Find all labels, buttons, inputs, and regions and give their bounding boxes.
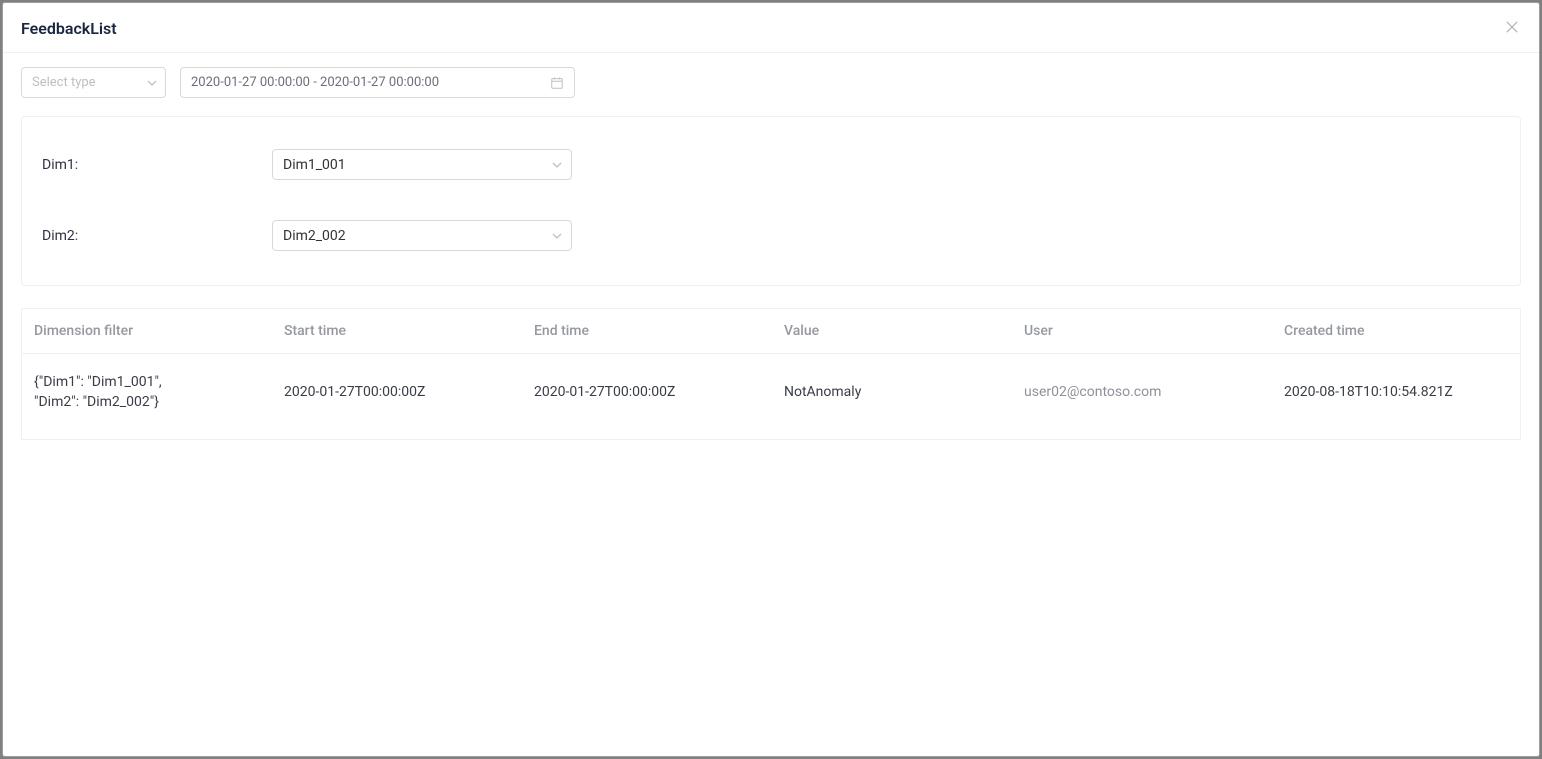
- dimfilter-line1: {"Dim1": "Dim1_001",: [34, 372, 260, 392]
- date-range-text: 2020-01-27 00:00:00 - 2020-01-27 00:00:0…: [191, 75, 439, 90]
- dim1-select[interactable]: Dim1_001: [272, 149, 572, 180]
- dim2-row: Dim2: Dim2_002: [42, 220, 1500, 251]
- th-value: Value: [772, 309, 1012, 354]
- dim2-select[interactable]: Dim2_002: [272, 220, 572, 251]
- dim1-label: Dim1:: [42, 157, 272, 173]
- close-button[interactable]: [1503, 20, 1521, 38]
- th-created-time: Created time: [1272, 309, 1520, 354]
- feedback-table-wrap: Dimension filter Start time End time Val…: [21, 308, 1521, 440]
- date-range-input[interactable]: 2020-01-27 00:00:00 - 2020-01-27 00:00:0…: [180, 67, 575, 98]
- modal-body: Select type 2020-01-27 00:00:00 - 2020-0…: [3, 53, 1539, 756]
- modal-header: FeedbackList: [3, 3, 1539, 53]
- type-select-wrap: Select type: [21, 67, 166, 98]
- modal-title: FeedbackList: [21, 19, 117, 38]
- th-dimension-filter: Dimension filter: [22, 309, 272, 354]
- dim1-row: Dim1: Dim1_001: [42, 149, 1500, 180]
- th-user: User: [1012, 309, 1272, 354]
- th-start-time: Start time: [272, 309, 522, 354]
- cell-value: NotAnomaly: [772, 354, 1012, 440]
- dimfilter-line2: "Dim2": "Dim2_002"}: [34, 392, 260, 412]
- type-select[interactable]: Select type: [21, 67, 166, 98]
- cell-created-time: 2020-08-18T10:10:54.821Z: [1272, 354, 1520, 440]
- dim2-value: Dim2_002: [283, 228, 346, 244]
- th-end-time: End time: [522, 309, 772, 354]
- close-icon: [1505, 20, 1519, 37]
- type-select-placeholder: Select type: [32, 75, 96, 90]
- chevron-down-icon: [551, 230, 563, 242]
- chevron-down-icon: [551, 159, 563, 171]
- table-row: {"Dim1": "Dim1_001", "Dim2": "Dim2_002"}…: [22, 354, 1520, 440]
- dim1-value: Dim1_001: [283, 157, 346, 173]
- cell-user: user02@contoso.com: [1012, 354, 1272, 440]
- feedback-table: Dimension filter Start time End time Val…: [22, 309, 1520, 440]
- top-controls: Select type 2020-01-27 00:00:00 - 2020-0…: [21, 67, 1521, 98]
- table-header-row: Dimension filter Start time End time Val…: [22, 309, 1520, 354]
- cell-dimension-filter: {"Dim1": "Dim1_001", "Dim2": "Dim2_002"}: [22, 354, 272, 440]
- calendar-icon: [550, 76, 564, 90]
- dim2-label: Dim2:: [42, 228, 272, 244]
- cell-start-time: 2020-01-27T00:00:00Z: [272, 354, 522, 440]
- feedbacklist-modal: FeedbackList Select type 2020-01-27 00:0…: [2, 2, 1540, 757]
- cell-end-time: 2020-01-27T00:00:00Z: [522, 354, 772, 440]
- dimension-panel: Dim1: Dim1_001 Dim2: Dim2_002: [21, 116, 1521, 286]
